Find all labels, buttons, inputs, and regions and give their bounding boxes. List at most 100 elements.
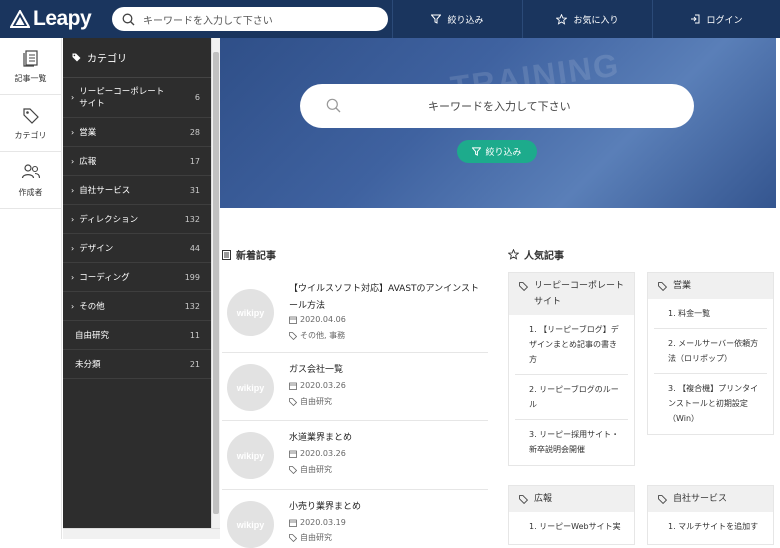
article-title[interactable]: 水道業界まとめ: [289, 430, 485, 447]
leftnav-articles-label: 記事一覧: [14, 73, 47, 83]
logo-text: Leapy: [33, 7, 92, 30]
category-item-count: 28: [189, 127, 200, 137]
left-nav: 記事一覧 カテゴリ 作成者: [0, 38, 62, 539]
category-item-label: その他: [79, 302, 105, 312]
scrollbar-thumb[interactable]: [213, 52, 219, 514]
popular-card-item[interactable]: 1. 【リーピーブログ】デザインまとめ記事の書き方: [515, 315, 628, 375]
article-title[interactable]: 【ウイルスソフト対応】AVASTのアンインストール方法: [289, 281, 485, 315]
popular-card-item[interactable]: 2. メールサーバー依頼方法（ロリポップ）: [654, 329, 767, 374]
header-filter-label: 絞り込み: [447, 15, 484, 26]
new-articles-title: 新着記事: [236, 251, 276, 262]
tag-icon: [289, 331, 297, 340]
leftnav-item-articles[interactable]: 記事一覧: [0, 38, 61, 95]
articles-icon: [22, 49, 38, 67]
calendar-icon: [289, 382, 297, 390]
category-item-count: 132: [184, 214, 200, 224]
chevron-right-icon: ›: [71, 272, 75, 282]
popular-card-header[interactable]: 営業: [648, 273, 773, 299]
category-item[interactable]: 未分類 21: [63, 350, 211, 379]
category-panel-header: カテゴリ: [63, 38, 211, 78]
popular-card-title: 広報: [534, 494, 553, 504]
category-vertical-scrollbar[interactable]: [211, 38, 220, 528]
category-item[interactable]: › 自社サービス 31: [63, 176, 211, 205]
article-date: 2020.03.26: [289, 449, 346, 458]
tag-icon: [519, 282, 528, 291]
article-item[interactable]: wikipy 水道業界まとめ 2020.03.26 自由研究: [222, 421, 488, 490]
category-panel: カテゴリ › リーピーコーポレートサイト 6 › 営業 28 › 広報 17 › 自社サービス…: [63, 38, 211, 528]
category-panel-title: カテゴリ: [87, 54, 127, 65]
logo-triangle-icon: [10, 10, 30, 28]
popular-card-header[interactable]: 広報: [509, 486, 634, 512]
leftnav-authors-label: 作成者: [18, 187, 43, 197]
hero-filter-label: 絞り込み: [485, 148, 522, 158]
search-icon: [326, 98, 341, 113]
article-thumbnail: wikipy: [227, 289, 274, 336]
tag-icon: [289, 397, 297, 406]
leftnav-item-authors[interactable]: 作成者: [0, 152, 61, 209]
article-item[interactable]: wikipy 小売り業界まとめ 2020.03.19 自由研究: [222, 490, 488, 548]
category-item-count: 21: [189, 359, 200, 369]
category-item[interactable]: › デザイン 44: [63, 234, 211, 263]
article-date: 2020.04.06: [289, 315, 346, 324]
popular-card-item[interactable]: 1. マルチサイトを追加す: [654, 512, 767, 541]
category-item-label: 営業: [79, 128, 97, 138]
article-tags-text: 自由研究: [300, 397, 332, 406]
chevron-right-icon: ›: [71, 127, 75, 137]
article-date: 2020.03.26: [289, 381, 346, 390]
category-item-count: 11: [189, 330, 200, 340]
category-item[interactable]: 自由研究 11: [63, 321, 211, 350]
header-login-button[interactable]: ログイン: [652, 0, 780, 38]
filter-icon: [431, 14, 442, 24]
article-thumbnail: wikipy: [227, 432, 274, 479]
calendar-icon: [289, 450, 297, 458]
logo[interactable]: Leapy: [10, 6, 92, 32]
article-item[interactable]: wikipy ガス会社一覧 2020.03.26 自由研究: [222, 353, 488, 421]
hero-search-input[interactable]: キーワードを入力して下さい: [300, 84, 694, 128]
article-tags: 自由研究: [289, 532, 332, 543]
header-search-input[interactable]: キーワードを入力して下さい: [112, 7, 388, 31]
popular-card-item[interactable]: 1. 料金一覧: [654, 299, 767, 329]
popular-card-item[interactable]: 3. 【複合機】プリンタインストールと初期設定（Win）: [654, 374, 767, 433]
header-search-placeholder: キーワードを入力して下さい: [143, 15, 273, 27]
category-item[interactable]: › 営業 28: [63, 118, 211, 147]
tag-icon: [72, 53, 81, 62]
category-item-count: 199: [184, 272, 200, 282]
article-title[interactable]: ガス会社一覧: [289, 362, 485, 379]
hero-filter-button[interactable]: 絞り込み: [457, 140, 537, 163]
top-bar: Leapy キーワードを入力して下さい 絞り込み お気に入り ログイン: [0, 0, 780, 38]
header-favorites-button[interactable]: お気に入り: [522, 0, 652, 38]
popular-card-title: リーピーコーポレートサイト: [534, 281, 625, 307]
popular-card-item[interactable]: 3. リーピー採用サイト・新卒説明会開催: [515, 420, 628, 464]
star-icon: [508, 249, 519, 260]
star-icon: [556, 13, 568, 25]
leftnav-item-category[interactable]: カテゴリ: [0, 95, 61, 152]
category-item-label: リーピーコーポレートサイト: [79, 86, 165, 109]
popular-card-header[interactable]: 自社サービス: [648, 486, 773, 512]
login-icon: [691, 14, 700, 24]
category-item-label: 自由研究: [75, 331, 110, 341]
article-date-text: 2020.03.19: [300, 518, 346, 527]
popular-card-item[interactable]: 1. リーピーWebサイト実: [515, 512, 628, 541]
hero-banner: TRAINING キーワードを入力して下さい 絞り込み: [220, 38, 776, 208]
filter-icon: [472, 147, 482, 156]
article-thumbnail: wikipy: [227, 501, 274, 548]
article-title[interactable]: 小売り業界まとめ: [289, 499, 485, 516]
category-item[interactable]: › その他 132: [63, 292, 211, 321]
popular-card-header[interactable]: リーピーコーポレートサイト: [509, 273, 634, 315]
header-filter-button[interactable]: 絞り込み: [392, 0, 522, 38]
article-thumbnail: wikipy: [227, 364, 274, 411]
article-item[interactable]: wikipy 【ウイルスソフト対応】AVASTのアンインストール方法 2020.…: [222, 272, 488, 353]
new-articles-heading: 新着記事: [222, 247, 276, 262]
category-item[interactable]: › コーディング 199: [63, 263, 211, 292]
chevron-right-icon: ›: [71, 156, 75, 166]
chevron-right-icon: ›: [71, 185, 75, 195]
header-login-label: ログイン: [706, 15, 743, 26]
article-tags: 自由研究: [289, 396, 332, 407]
category-item-label: デザイン: [79, 244, 114, 254]
popular-card: 営業 1. 料金一覧 2. メールサーバー依頼方法（ロリポップ） 3. 【複合機…: [647, 272, 774, 435]
category-item[interactable]: › ディレクション 132: [63, 205, 211, 234]
category-item[interactable]: › 広報 17: [63, 147, 211, 176]
category-item[interactable]: › リーピーコーポレートサイト 6: [63, 78, 211, 118]
popular-card-item[interactable]: 2. リーピーブログのルール: [515, 375, 628, 420]
category-horizontal-scrollbar[interactable]: [63, 528, 220, 539]
